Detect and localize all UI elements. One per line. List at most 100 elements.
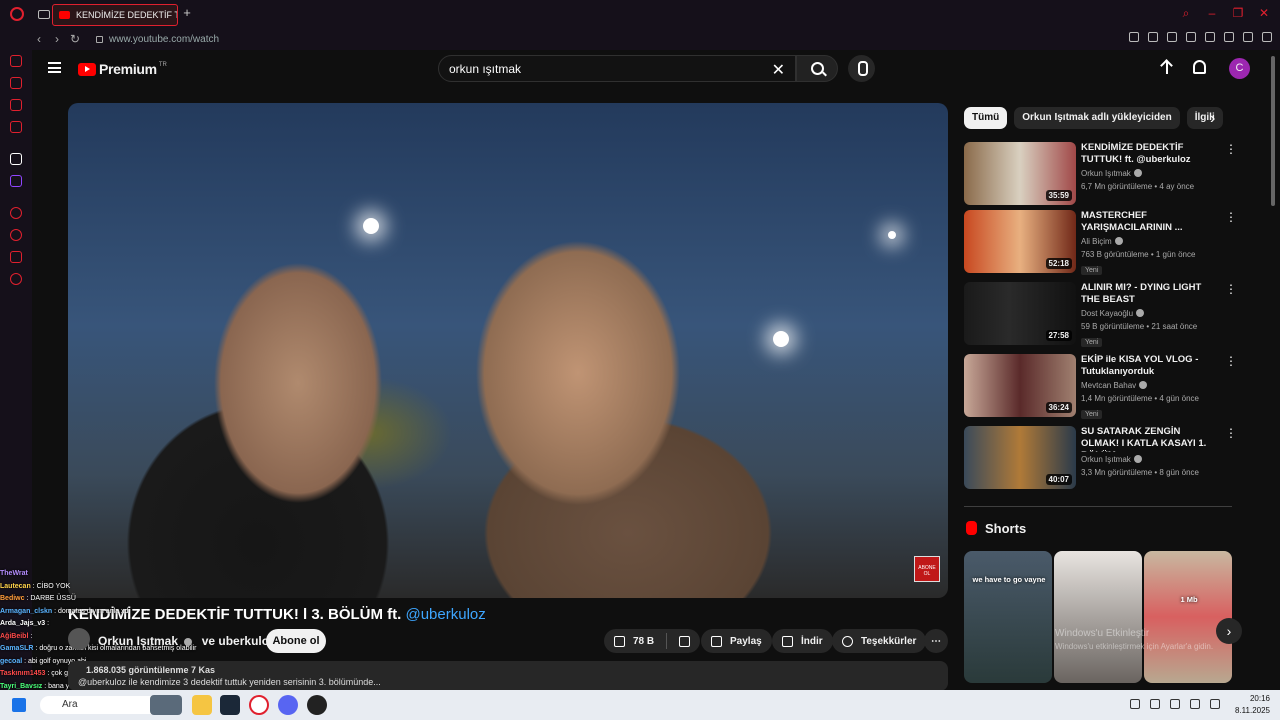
snapshot-icon[interactable] (1148, 32, 1158, 42)
subscribe-watermark[interactable]: ABONE OL (914, 556, 940, 582)
sidebar-aria-icon[interactable] (10, 55, 22, 67)
file-explorer-icon[interactable] (192, 695, 212, 715)
network-icon[interactable] (1190, 699, 1200, 709)
onedrive-icon[interactable] (1150, 699, 1160, 709)
close-window-button[interactable]: ✕ (1258, 7, 1270, 19)
recommended-channel[interactable]: Orkun Işıtmak (1081, 455, 1221, 464)
reload-button[interactable]: ↻ (66, 32, 84, 46)
short-card[interactable]: we have to go vayne (964, 551, 1052, 683)
channel-avatar[interactable] (68, 628, 90, 650)
more-options-icon[interactable] (1225, 142, 1237, 156)
player-icon[interactable] (1186, 32, 1196, 42)
easy-setup-icon[interactable] (1262, 32, 1272, 42)
video-thumbnail[interactable]: 35:59 (964, 142, 1076, 205)
chip-related[interactable]: İlgili (1186, 107, 1223, 129)
video-thumbnail[interactable]: 40:07 (964, 426, 1076, 489)
workspaces-icon[interactable] (38, 9, 50, 19)
sidebar-shopping-icon[interactable] (10, 77, 22, 89)
sidebar-settings-icon[interactable] (10, 273, 22, 285)
description-box[interactable]: 1.868.035 görüntülenme 7 Kas @uberkuloz … (68, 661, 948, 691)
short-card[interactable] (1054, 551, 1142, 683)
chip-from-uploader[interactable]: Orkun Işıtmak adlı yükleyiciden (1014, 107, 1180, 129)
minimize-button[interactable]: – (1206, 7, 1218, 19)
forward-button[interactable]: › (48, 32, 66, 46)
page-scrollbar[interactable] (1271, 56, 1275, 206)
mention-link[interactable]: @uberkuloz (405, 606, 485, 623)
more-actions-button[interactable]: ⋯ (924, 629, 948, 653)
more-options-icon[interactable] (1225, 426, 1237, 440)
more-options-icon[interactable] (1225, 354, 1237, 368)
notifications-bell-icon[interactable] (1193, 60, 1206, 74)
account-icon[interactable] (1224, 32, 1234, 42)
chips-next-icon[interactable]: › (1210, 110, 1215, 128)
channel-name-row[interactable]: Orkun Işıtmak ve uberkuloz (98, 634, 290, 648)
recommended-video[interactable]: 27:58 ALINIR MI? - DYING LIGHT THE BEAST… (964, 282, 1237, 347)
start-icon[interactable] (12, 698, 26, 712)
sidebar-messenger-icon[interactable] (10, 99, 22, 111)
recommended-channel[interactable]: Mevtcan Bahav (1081, 381, 1221, 390)
sidebar-player-icon[interactable] (10, 207, 22, 219)
recommended-title[interactable]: ALINIR MI? - DYING LIGHT THE BEAST (1081, 282, 1221, 306)
heart-icon[interactable] (1205, 32, 1215, 42)
pin-icon[interactable] (1129, 32, 1139, 42)
download-button[interactable]: İndir (772, 629, 833, 653)
sidebar-twitch-icon[interactable] (10, 175, 22, 187)
more-options-icon[interactable] (1225, 282, 1237, 296)
short-card[interactable]: 1 Mb (1144, 551, 1232, 683)
search-input[interactable]: orkun ışıtmak ✕ (438, 55, 796, 82)
like-button[interactable]: 78 B (604, 629, 701, 653)
recommended-channel[interactable]: Dost Kayaoğlu (1081, 309, 1221, 318)
clear-search-icon[interactable]: ✕ (772, 60, 785, 80)
recommended-title[interactable]: SU SATARAK ZENGİN OLMAK! l KATLA KASAYI … (1081, 426, 1221, 452)
youtube-logo[interactable]: Premium TR (78, 61, 167, 77)
thanks-button[interactable]: Teşekkürler (832, 629, 927, 653)
recommended-channel[interactable]: Orkun Işıtmak (1081, 169, 1221, 178)
steam-icon[interactable] (220, 695, 240, 715)
widgets-icon[interactable] (150, 695, 182, 715)
chip-all[interactable]: Tümü (964, 107, 1008, 129)
recommended-title[interactable]: MASTERCHEF YARIŞMACILARININ ... (1081, 210, 1221, 234)
recommended-title[interactable]: EKİP ile KISA YOL VLOG - Tutuklanıyorduk (1081, 354, 1221, 378)
subscribe-button[interactable]: Abone ol (266, 629, 326, 653)
create-upload-icon[interactable] (1160, 60, 1174, 76)
recommended-video[interactable]: 52:18 MASTERCHEF YARIŞMACILARININ ... Al… (964, 210, 1237, 275)
video-thumbnail[interactable]: 52:18 (964, 210, 1076, 273)
url-field[interactable]: www.youtube.com/watch (109, 34, 219, 45)
browser-tab-active[interactable]: KENDİMİZE DEDEKTİF TU (52, 4, 178, 26)
sidebar-apps-icon[interactable] (10, 153, 22, 165)
back-button[interactable]: ‹ (30, 32, 48, 46)
maximize-button[interactable]: ❐ (1232, 7, 1244, 19)
shorts-next-button[interactable]: › (1216, 618, 1242, 644)
obs-icon[interactable] (307, 695, 327, 715)
sidebar-extensions-icon[interactable] (10, 251, 22, 263)
sidebar-news-icon[interactable] (10, 121, 22, 133)
clock[interactable]: 20:16 8.11.2025 (1235, 693, 1270, 717)
recommended-channel[interactable]: Ali Biçim (1081, 237, 1221, 246)
recommended-video[interactable]: 36:24 EKİP ile KISA YOL VLOG - Tutuklanı… (964, 354, 1237, 419)
menu-icon[interactable] (48, 62, 61, 73)
opera-logo-icon[interactable] (10, 7, 24, 21)
sidebar-history-icon[interactable] (10, 229, 22, 241)
video-thumbnail[interactable]: 27:58 (964, 282, 1076, 345)
new-tab-button[interactable]: + (181, 6, 193, 20)
lock-icon[interactable] (96, 35, 103, 43)
video-player[interactable]: ABONE OL (68, 103, 948, 598)
search-button[interactable] (796, 55, 838, 82)
voice-search-icon[interactable] (848, 55, 875, 82)
discord-icon[interactable] (278, 695, 298, 715)
share-button[interactable]: Paylaş (701, 629, 772, 653)
recommended-video[interactable]: 40:07 SU SATARAK ZENGİN OLMAK! l KATLA K… (964, 426, 1237, 490)
adblock-icon[interactable] (1167, 32, 1177, 42)
search-tabs-icon[interactable]: ⌕ (1180, 7, 1192, 19)
thumb-down-icon[interactable] (679, 635, 691, 647)
download-icon[interactable] (1243, 32, 1253, 42)
recommended-title[interactable]: KENDİMİZE DEDEKTİF TUTTUK! ft. @uberkulo… (1081, 142, 1221, 166)
tray-expand-icon[interactable] (1130, 699, 1140, 709)
volume-icon[interactable] (1210, 699, 1220, 709)
video-thumbnail[interactable]: 36:24 (964, 354, 1076, 417)
more-options-icon[interactable] (1225, 210, 1237, 224)
microphone-icon[interactable] (1170, 699, 1180, 709)
opera-taskbar-icon[interactable] (249, 695, 269, 715)
account-avatar[interactable]: C (1229, 58, 1250, 79)
recommended-video[interactable]: 35:59 KENDİMİZE DEDEKTİF TUTTUK! ft. @ub… (964, 142, 1237, 206)
